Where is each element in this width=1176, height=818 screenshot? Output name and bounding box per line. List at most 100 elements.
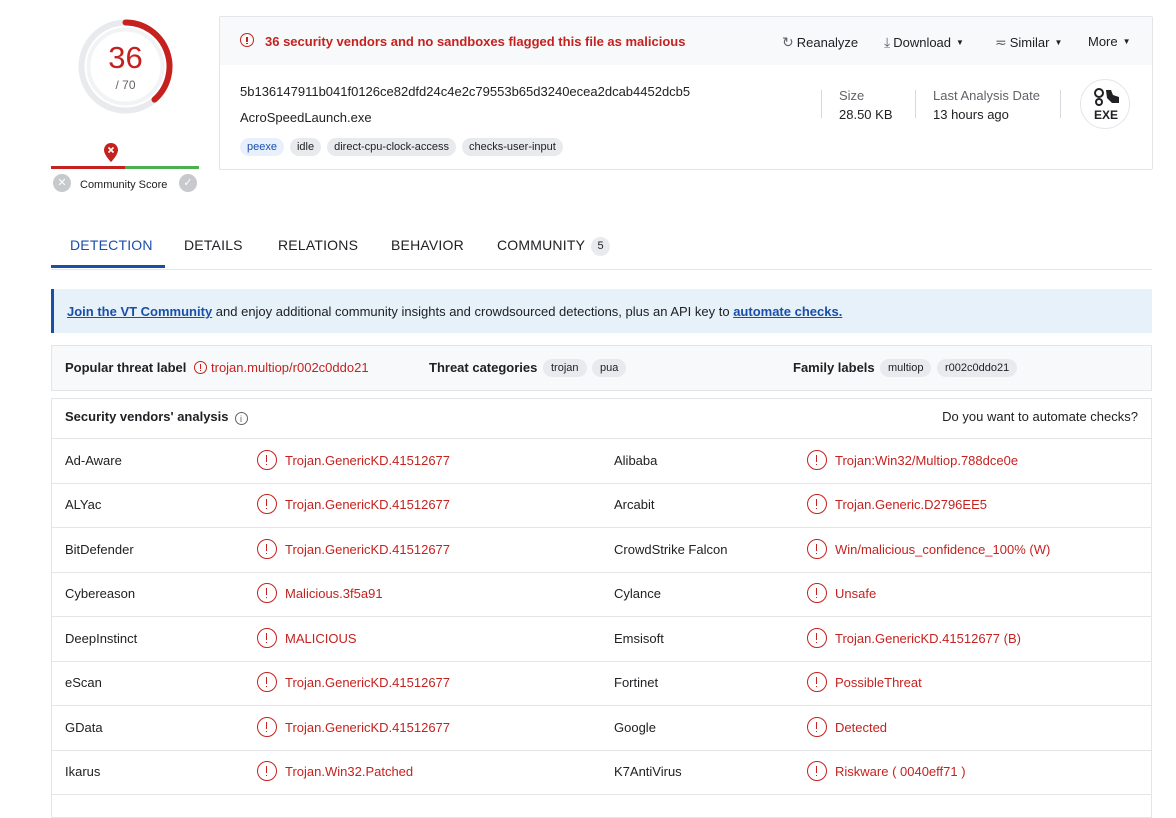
community-score-label: Community Score <box>80 179 168 191</box>
file-tag[interactable]: peexe <box>240 138 284 156</box>
alert-icon <box>240 33 254 47</box>
tab-community[interactable]: COMMUNITY 5 <box>497 237 611 256</box>
divider <box>915 90 916 118</box>
alert-icon <box>807 628 827 648</box>
divider <box>1060 90 1061 118</box>
file-tag[interactable]: idle <box>289 138 322 156</box>
detection-count: 36 <box>108 40 143 75</box>
vendor-name: DeepInstinct <box>65 631 138 646</box>
community-bar-harmless <box>125 166 199 169</box>
more-button[interactable]: More ▼ <box>1088 34 1131 49</box>
alert-icon <box>257 583 277 603</box>
vendor-result: MALICIOUS <box>285 631 357 646</box>
vendors-title: Security vendors' analysis i <box>65 409 248 425</box>
banner-text: Join the VT Community and enjoy addition… <box>67 304 843 319</box>
vendor-name: eScan <box>65 675 102 690</box>
automate-checks-prompt[interactable]: Do you want to automate checks? <box>942 409 1138 424</box>
vendor-name: Emsisoft <box>614 631 664 646</box>
alert-icon <box>807 583 827 603</box>
table-row: Cybereason Malicious.3f5a91 Cylance Unsa… <box>52 572 1151 617</box>
download-icon: ⤓ <box>884 34 891 50</box>
alert-icon <box>257 628 277 648</box>
download-button[interactable]: ⤓ Download ▼ <box>884 34 964 51</box>
vendor-name: Alibaba <box>614 453 658 468</box>
family-labels-label: Family labels <box>793 360 875 375</box>
detection-alert-text: 36 security vendors and no sandboxes fla… <box>265 34 686 49</box>
vendor-result: Trojan.GenericKD.41512677 <box>285 453 451 468</box>
alert-icon <box>257 450 277 470</box>
vendors-header: Security vendors' analysis i Do you want … <box>52 399 1151 439</box>
alert-icon <box>194 361 207 374</box>
table-row: DeepInstinct MALICIOUS Emsisoft Trojan.G… <box>52 617 1151 662</box>
gears-icon <box>1094 88 1119 106</box>
file-tag[interactable]: direct-cpu-clock-access <box>327 138 457 156</box>
engine-total: / 70 <box>115 78 136 92</box>
threat-category-chip[interactable]: trojan <box>543 359 587 377</box>
family-label-chip[interactable]: r002c0ddo21 <box>937 359 1018 377</box>
vendor-name: CrowdStrike Falcon <box>614 542 728 557</box>
popular-threat-label: Popular threat label <box>65 360 187 375</box>
reanalyze-button[interactable]: ↻ Reanalyze <box>782 34 858 51</box>
alert-icon <box>257 539 277 559</box>
vendor-name: GData <box>65 720 103 735</box>
vendor-name: BitDefender <box>65 542 134 557</box>
alert-icon <box>807 761 827 781</box>
tab-relations[interactable]: RELATIONS <box>278 237 358 253</box>
vendor-name: Cylance <box>614 586 661 601</box>
size-value: 28.50 KB <box>839 107 893 122</box>
vendor-name: Fortinet <box>614 675 659 690</box>
similar-button[interactable]: ≂ Similar ▼ <box>995 34 1062 51</box>
vendor-result: Trojan.GenericKD.41512677 (B) <box>835 631 1021 646</box>
table-row: BitDefender Trojan.GenericKD.41512677 Cr… <box>52 528 1151 573</box>
vendor-name: K7AntiVirus <box>614 764 682 779</box>
join-community-link[interactable]: Join the VT Community <box>67 304 212 319</box>
table-row: GData Trojan.GenericKD.41512677 Google D… <box>52 706 1151 751</box>
vendor-result: Trojan:Win32/Multiop.788dce0e <box>835 453 1019 468</box>
vote-malicious-icon[interactable]: ✕ <box>53 174 71 192</box>
threat-summary: Popular threat label trojan.multiop/r002… <box>51 345 1152 391</box>
popular-threat-value[interactable]: trojan.multiop/r002c0ddo21 <box>194 360 369 375</box>
table-row: Ikarus Trojan.Win32.Patched K7AntiVirus … <box>52 750 1151 795</box>
vendor-result: Detected <box>835 720 888 735</box>
file-tag[interactable]: checks-user-input <box>462 138 563 156</box>
last-analysis-label: Last Analysis Date <box>933 88 1040 103</box>
threat-categories-label: Threat categories <box>429 360 538 375</box>
threat-category-chip[interactable]: pua <box>592 359 627 377</box>
vote-harmless-icon[interactable]: ✓ <box>179 174 197 192</box>
vendor-result: Trojan.GenericKD.41512677 <box>285 675 451 690</box>
chevron-down-icon: ▼ <box>956 38 964 47</box>
vendor-result: Trojan.GenericKD.41512677 <box>285 542 451 557</box>
card-header: 36 security vendors and no sandboxes fla… <box>220 17 1152 65</box>
file-type-badge: EXE <box>1080 79 1130 129</box>
file-name: AcroSpeedLaunch.exe <box>240 110 372 125</box>
alert-icon <box>257 672 277 692</box>
tab-detection[interactable]: DETECTION <box>70 237 153 253</box>
refresh-icon: ↻ <box>782 34 794 50</box>
divider <box>821 90 822 118</box>
tab-details[interactable]: DETAILS <box>184 237 243 253</box>
alert-icon <box>807 539 827 559</box>
file-tags: peexe idle direct-cpu-clock-access check… <box>240 138 563 156</box>
community-bar-malicious <box>51 166 125 169</box>
community-score: ✕ Community Score ✓ <box>51 143 199 195</box>
map-pin-icon <box>104 143 118 162</box>
vendor-result: Unsafe <box>835 586 877 601</box>
vendor-result: Trojan.Win32.Patched <box>285 764 414 779</box>
vendor-name: Cybereason <box>65 586 136 601</box>
alert-icon <box>257 717 277 737</box>
table-row: eScan Trojan.GenericKD.41512677 Fortinet… <box>52 661 1151 706</box>
similar-icon: ≂ <box>995 34 1007 50</box>
file-hash[interactable]: 5b136147911b041f0126ce82dfd24c4e2c79553b… <box>240 84 690 99</box>
file-type-label: EXE <box>1093 108 1118 122</box>
vendor-name: Google <box>614 720 656 735</box>
family-label-chip[interactable]: multiop <box>880 359 932 377</box>
tab-behavior[interactable]: BEHAVIOR <box>391 237 464 253</box>
vendor-result: Trojan.GenericKD.41512677 <box>285 497 451 512</box>
info-icon[interactable]: i <box>234 412 248 425</box>
alert-icon <box>807 450 827 470</box>
table-row: ALYac Trojan.GenericKD.41512677 Arcabit … <box>52 483 1151 528</box>
automate-checks-link[interactable]: automate checks. <box>733 304 842 319</box>
active-tab-indicator <box>51 265 165 268</box>
alert-icon <box>257 761 277 781</box>
chevron-down-icon: ▼ <box>1122 37 1131 46</box>
